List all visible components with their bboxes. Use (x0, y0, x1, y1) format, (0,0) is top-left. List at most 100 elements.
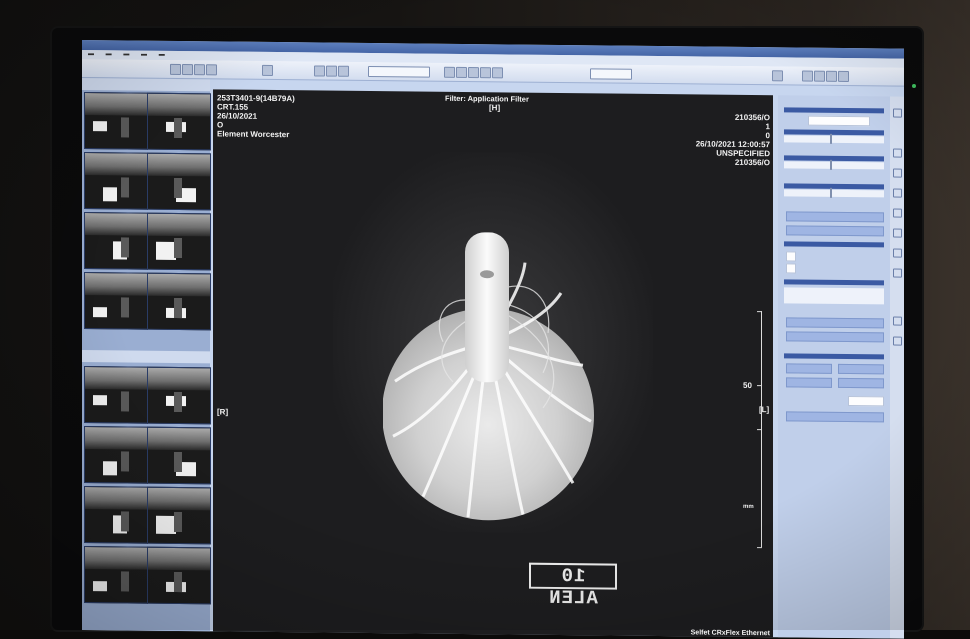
slider-track[interactable] (784, 189, 884, 198)
rotate-icon[interactable] (206, 64, 217, 76)
xray-thumbnail[interactable] (84, 152, 148, 210)
zoom-icon[interactable] (456, 66, 467, 79)
tool-icon[interactable] (893, 108, 902, 118)
menu-item[interactable]: ▬ (123, 51, 129, 57)
preset-select[interactable] (808, 115, 870, 127)
thumbnail-panel-header (82, 350, 210, 364)
menu-item[interactable]: ▬ (159, 52, 165, 58)
thumbnail-sky (85, 427, 147, 450)
side-toolbar (890, 96, 904, 639)
scale-value: 50 (743, 380, 752, 391)
xray-thumbnail[interactable] (147, 152, 211, 211)
panel-section-header (784, 353, 884, 360)
tool-icon[interactable] (893, 336, 902, 346)
zoom-icon[interactable] (492, 67, 503, 79)
value-field[interactable] (848, 396, 884, 407)
panel-section-header (784, 241, 884, 248)
thumbnail-shadow (121, 391, 129, 412)
layout-icon[interactable] (826, 70, 837, 82)
thumbnail-sky (148, 547, 210, 571)
zoom-icon[interactable] (480, 67, 491, 79)
brightness-slider-handle[interactable] (830, 159, 832, 170)
measure-button[interactable] (838, 363, 884, 375)
thumbnail-highlight (156, 241, 176, 260)
xray-thumbnail[interactable] (84, 366, 148, 424)
scale-unit: mm (743, 503, 754, 511)
thumbnail-highlight (103, 187, 117, 202)
print-icon[interactable] (194, 64, 205, 76)
slider-track[interactable] (784, 161, 884, 170)
thumbnail-shadow (174, 571, 182, 593)
zoom-field[interactable] (590, 68, 632, 80)
window-level-icon[interactable] (314, 65, 325, 77)
tool-icon[interactable] (893, 268, 902, 278)
tool-icon[interactable] (893, 148, 902, 158)
power-led (912, 84, 916, 88)
measure-button[interactable] (786, 363, 832, 374)
measure-button[interactable] (838, 377, 884, 389)
tool-icon[interactable] (893, 248, 902, 258)
layout-icon[interactable] (802, 70, 813, 82)
xray-thumbnail[interactable] (147, 92, 211, 151)
menu-item[interactable]: ▬ (88, 51, 94, 57)
thumbnail-shadow (174, 177, 182, 199)
layout-icon[interactable] (838, 70, 849, 83)
reset-button[interactable] (786, 411, 884, 423)
xray-thumbnail[interactable] (147, 212, 211, 271)
menu-item[interactable]: ▬ (141, 52, 147, 58)
thumbnail-shadow (121, 511, 129, 532)
thumbnail-shadow (174, 117, 182, 139)
thumbnail-sky (85, 367, 147, 390)
save-icon[interactable] (182, 64, 193, 76)
reset-button[interactable] (786, 225, 884, 237)
thumbnail-shadow (121, 297, 129, 318)
xray-thumbnail[interactable] (84, 92, 148, 150)
tool-icon[interactable] (893, 316, 902, 326)
thumbnail-highlight (93, 395, 107, 406)
apply-button[interactable] (786, 317, 884, 329)
reset-button[interactable] (786, 331, 884, 343)
enhancement-slider-area[interactable] (784, 287, 884, 305)
menu-item[interactable]: ▬ (106, 51, 112, 57)
thumbnail-shadow (121, 451, 129, 472)
xray-thumbnail[interactable] (84, 546, 148, 604)
xray-viewer[interactable]: 253T3401-9(14B79A) CRT.155 26/10/2021 O … (213, 89, 773, 639)
xray-thumbnail[interactable] (84, 426, 148, 484)
slider-track[interactable] (784, 135, 884, 144)
thumbnail-sky (85, 547, 147, 570)
option-checkbox[interactable] (786, 251, 796, 262)
sharpness-slider-handle[interactable] (830, 187, 832, 198)
xray-thumbnail[interactable] (84, 272, 148, 330)
status-bar (778, 637, 890, 639)
tool-icon[interactable] (893, 188, 902, 198)
shield-icon[interactable] (262, 64, 273, 77)
tool-icon[interactable] (893, 168, 902, 178)
xray-thumbnail[interactable] (147, 426, 211, 485)
xray-thumbnail[interactable] (84, 486, 148, 544)
thumbnail-shadow (174, 511, 182, 533)
open-icon[interactable] (170, 63, 181, 76)
preset-dropdown[interactable] (368, 65, 430, 78)
measure-button[interactable] (786, 377, 832, 388)
zoom-icon[interactable] (468, 67, 479, 79)
tool-icon[interactable] (893, 208, 902, 218)
window-level-icon[interactable] (326, 65, 337, 77)
thumbnail-sky (148, 153, 210, 177)
apply-button[interactable] (786, 211, 884, 223)
tool-icon[interactable] (893, 228, 902, 238)
window-level-icon[interactable] (338, 65, 349, 77)
xray-thumbnail[interactable] (147, 486, 211, 545)
thumbnail-highlight (93, 121, 107, 132)
option-checkbox[interactable] (786, 263, 796, 274)
contrast-slider-handle[interactable] (830, 133, 832, 144)
cursor-icon[interactable] (772, 70, 783, 82)
xray-thumbnail[interactable] (147, 546, 211, 605)
xray-thumbnail[interactable] (147, 272, 211, 331)
orientation-top: [H] (489, 103, 501, 113)
xray-thumbnail[interactable] (147, 366, 211, 425)
zoom-icon[interactable] (444, 66, 455, 78)
scale-tick (757, 311, 762, 313)
thumbnail-sky (148, 427, 210, 451)
xray-thumbnail[interactable] (84, 212, 148, 270)
layout-icon[interactable] (814, 70, 825, 82)
